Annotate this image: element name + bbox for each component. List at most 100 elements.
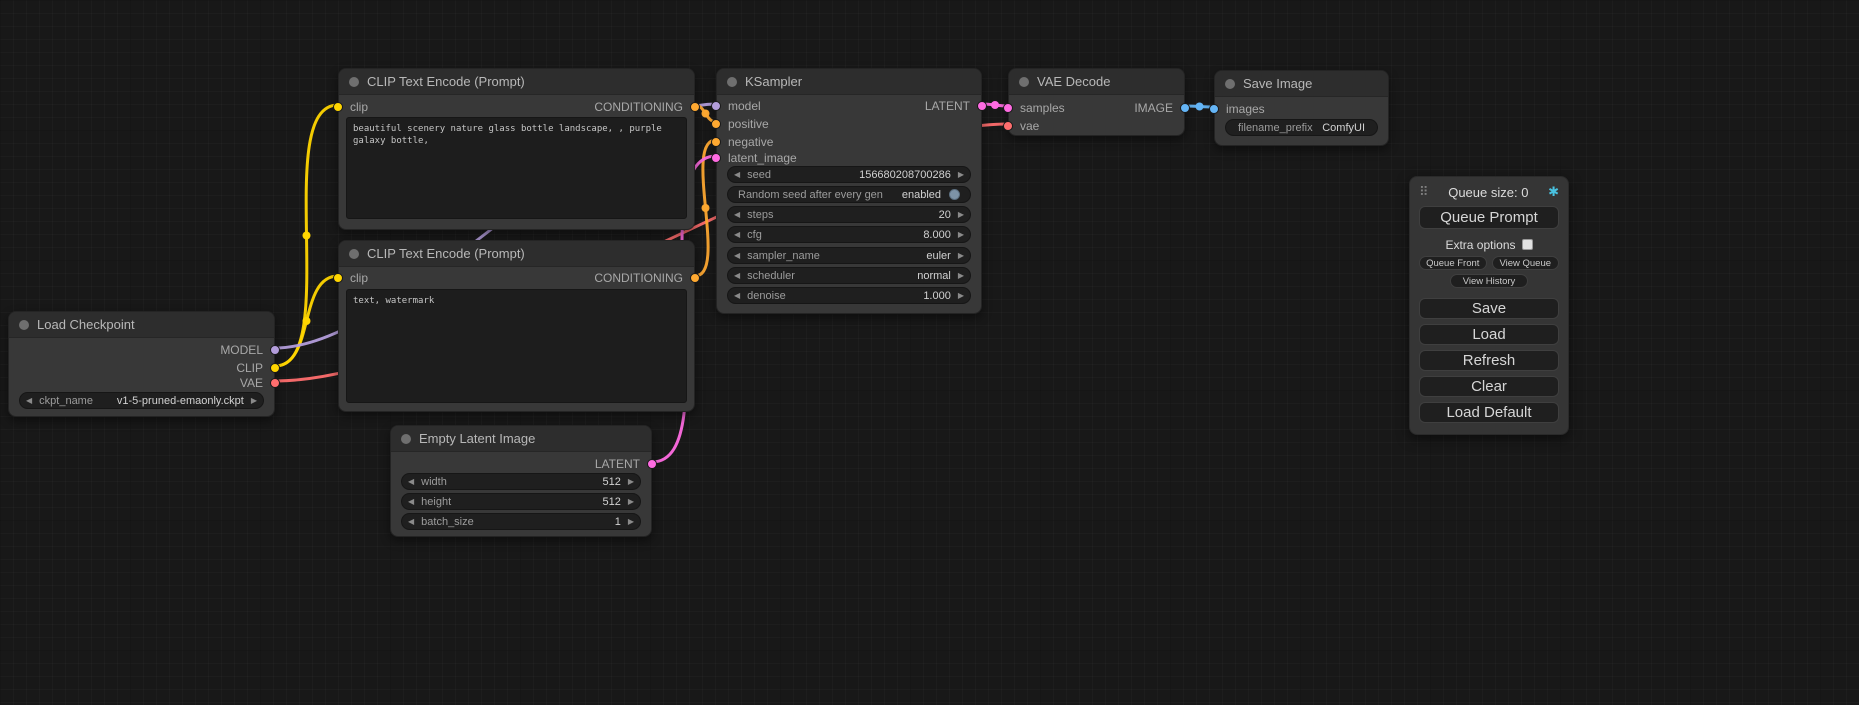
widget-batch-size[interactable]: ◀ batch_size 1 ▶ <box>401 513 641 530</box>
increment-arrow-icon[interactable]: ▶ <box>958 272 964 280</box>
node-empty-latent-image[interactable]: Empty Latent Image LATENT ◀ width 512 ▶ … <box>390 425 652 537</box>
increment-arrow-icon[interactable]: ▶ <box>958 231 964 239</box>
node-vae-decode[interactable]: VAE Decode samples vae IMAGE <box>1008 68 1185 136</box>
drag-handle-icon[interactable]: ⠿ <box>1419 185 1429 200</box>
port-dot-image[interactable] <box>1209 104 1219 114</box>
widget-steps[interactable]: ◀ steps 20 ▶ <box>727 206 971 223</box>
decrement-arrow-icon[interactable]: ◀ <box>734 292 740 300</box>
widget-height[interactable]: ◀ height 512 ▶ <box>401 493 641 510</box>
node-title-bar[interactable]: Load Checkpoint <box>9 312 274 338</box>
view-queue-button[interactable]: View Queue <box>1492 256 1560 270</box>
port-dot-conditioning[interactable] <box>690 273 700 283</box>
node-title-bar[interactable]: VAE Decode <box>1009 69 1184 95</box>
widget-scheduler[interactable]: ◀ scheduler normal ▶ <box>727 267 971 284</box>
input-port-vae: vae <box>1009 119 1039 132</box>
node-title: CLIP Text Encode (Prompt) <box>367 74 525 89</box>
node-ksampler[interactable]: KSampler model positive negative latent_… <box>716 68 982 314</box>
decrement-arrow-icon[interactable]: ◀ <box>408 518 414 526</box>
port-label: clip <box>350 100 368 114</box>
increment-arrow-icon[interactable]: ▶ <box>958 171 964 179</box>
queue-front-button[interactable]: Queue Front <box>1419 256 1487 270</box>
collapse-dot-icon[interactable] <box>1225 79 1235 89</box>
save-button[interactable]: Save <box>1419 298 1559 319</box>
widget-value: 1.000 <box>923 290 951 302</box>
view-history-button[interactable]: View History <box>1450 274 1528 288</box>
port-dot-conditioning[interactable] <box>711 137 721 147</box>
port-dot-model[interactable] <box>711 101 721 111</box>
widget-denoise[interactable]: ◀ denoise 1.000 ▶ <box>727 287 971 304</box>
node-save-image[interactable]: Save Image images filename_prefix ComfyU… <box>1214 70 1389 146</box>
refresh-button[interactable]: Refresh <box>1419 350 1559 371</box>
port-dot-clip[interactable] <box>333 273 343 283</box>
collapse-dot-icon[interactable] <box>401 434 411 444</box>
node-title: CLIP Text Encode (Prompt) <box>367 246 525 261</box>
node-title-bar[interactable]: CLIP Text Encode (Prompt) <box>339 69 694 95</box>
increment-arrow-icon[interactable]: ▶ <box>958 211 964 219</box>
settings-gear-icon[interactable]: ✱ <box>1548 185 1559 200</box>
increment-arrow-icon[interactable]: ▶ <box>958 252 964 260</box>
port-dot-latent[interactable] <box>977 101 987 111</box>
port-dot-latent[interactable] <box>711 153 721 163</box>
decrement-arrow-icon[interactable]: ◀ <box>26 397 32 405</box>
widget-ckpt-name[interactable]: ◀ ckpt_name v1-5-pruned-emaonly.ckpt ▶ <box>19 392 264 409</box>
collapse-dot-icon[interactable] <box>19 320 29 330</box>
node-title-bar[interactable]: Save Image <box>1215 71 1388 97</box>
queue-prompt-button[interactable]: Queue Prompt <box>1419 206 1559 229</box>
extra-options-checkbox[interactable] <box>1522 239 1533 250</box>
widget-seed[interactable]: ◀ seed 156680208700286 ▶ <box>727 166 971 183</box>
collapse-dot-icon[interactable] <box>349 249 359 259</box>
decrement-arrow-icon[interactable]: ◀ <box>734 171 740 179</box>
port-dot-latent[interactable] <box>1003 103 1013 113</box>
port-dot-clip[interactable] <box>270 363 280 373</box>
decrement-arrow-icon[interactable]: ◀ <box>734 272 740 280</box>
prompt-textarea[interactable]: beautiful scenery nature glass bottle la… <box>346 117 687 219</box>
widget-filename-prefix[interactable]: filename_prefix ComfyUI <box>1225 119 1378 136</box>
widget-label: denoise <box>747 290 786 302</box>
collapse-dot-icon[interactable] <box>727 77 737 87</box>
collapse-dot-icon[interactable] <box>1019 77 1029 87</box>
node-title-bar[interactable]: Empty Latent Image <box>391 426 651 452</box>
port-dot-image[interactable] <box>1180 103 1190 113</box>
increment-arrow-icon[interactable]: ▶ <box>958 292 964 300</box>
widget-sampler-name[interactable]: ◀ sampler_name euler ▶ <box>727 247 971 264</box>
node-clip-text-encode-negative[interactable]: CLIP Text Encode (Prompt) clip CONDITION… <box>338 240 695 412</box>
port-dot-conditioning[interactable] <box>711 119 721 129</box>
port-dot-conditioning[interactable] <box>690 102 700 112</box>
node-title-bar[interactable]: CLIP Text Encode (Prompt) <box>339 241 694 267</box>
port-label: samples <box>1020 101 1065 115</box>
widget-width[interactable]: ◀ width 512 ▶ <box>401 473 641 490</box>
load-default-button[interactable]: Load Default <box>1419 402 1559 423</box>
decrement-arrow-icon[interactable]: ◀ <box>408 498 414 506</box>
port-dot-vae[interactable] <box>270 378 280 388</box>
port-label: MODEL <box>220 343 263 357</box>
port-dot-clip[interactable] <box>333 102 343 112</box>
increment-arrow-icon[interactable]: ▶ <box>628 478 634 486</box>
port-dot-latent[interactable] <box>647 459 657 469</box>
widget-random-seed[interactable]: Random seed after every gen enabled <box>727 186 971 203</box>
decrement-arrow-icon[interactable]: ◀ <box>734 231 740 239</box>
port-dot-vae[interactable] <box>1003 121 1013 131</box>
toggle-knob-icon[interactable] <box>949 189 960 200</box>
graph-canvas[interactable]: Load Checkpoint MODEL CLIP VAE ◀ ckpt_na… <box>0 0 1859 705</box>
decrement-arrow-icon[interactable]: ◀ <box>408 478 414 486</box>
widget-label: batch_size <box>421 516 474 528</box>
queue-buttons-row: Queue Front View Queue <box>1419 256 1559 270</box>
port-label: model <box>728 99 761 113</box>
clear-button[interactable]: Clear <box>1419 376 1559 397</box>
decrement-arrow-icon[interactable]: ◀ <box>734 252 740 260</box>
node-clip-text-encode-positive[interactable]: CLIP Text Encode (Prompt) clip CONDITION… <box>338 68 695 230</box>
link-midpoint-dot <box>303 232 311 240</box>
increment-arrow-icon[interactable]: ▶ <box>628 518 634 526</box>
decrement-arrow-icon[interactable]: ◀ <box>734 211 740 219</box>
node-load-checkpoint[interactable]: Load Checkpoint MODEL CLIP VAE ◀ ckpt_na… <box>8 311 275 417</box>
increment-arrow-icon[interactable]: ▶ <box>628 498 634 506</box>
widget-value: 512 <box>602 496 620 508</box>
prompt-textarea[interactable]: text, watermark <box>346 289 687 403</box>
port-dot-model[interactable] <box>270 345 280 355</box>
widget-cfg[interactable]: ◀ cfg 8.000 ▶ <box>727 226 971 243</box>
load-button[interactable]: Load <box>1419 324 1559 345</box>
node-title-bar[interactable]: KSampler <box>717 69 981 95</box>
increment-arrow-icon[interactable]: ▶ <box>251 397 257 405</box>
collapse-dot-icon[interactable] <box>349 77 359 87</box>
link-midpoint-dot <box>702 204 710 212</box>
